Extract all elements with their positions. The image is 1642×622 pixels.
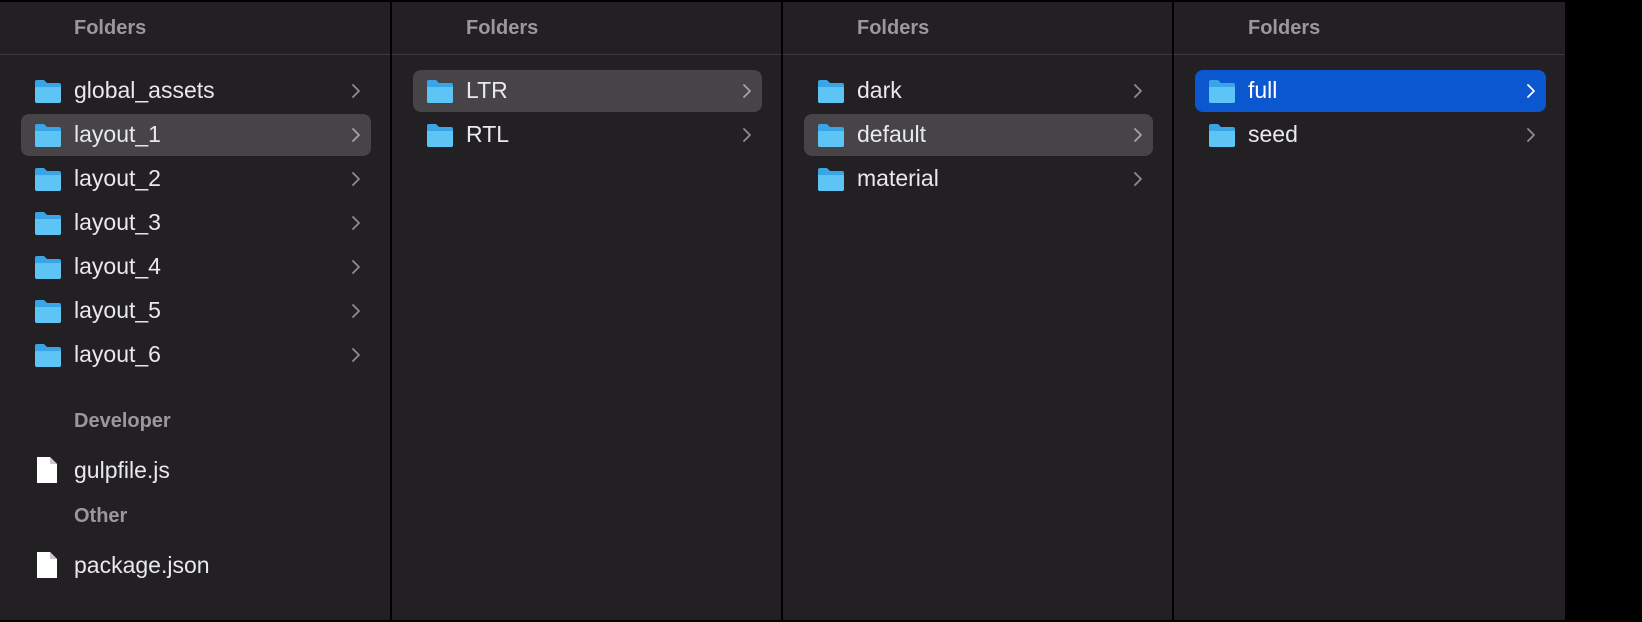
chevron-right-icon	[743, 128, 751, 142]
folder-label: LTR	[466, 77, 508, 103]
folder-label: global_assets	[74, 77, 215, 103]
file-row-package-json[interactable]: package.json	[21, 544, 371, 586]
chevron-right-icon	[1527, 84, 1535, 98]
folder-icon	[818, 124, 844, 147]
folder-row-ltr[interactable]: LTR	[413, 70, 762, 112]
column-header: Folders	[783, 2, 1172, 55]
folder-icon	[35, 168, 61, 191]
folder-row-layout-6[interactable]: layout_6	[21, 334, 371, 376]
folder-label: layout_4	[74, 253, 161, 279]
folder-row-dark[interactable]: dark	[804, 70, 1153, 112]
column-4: Folders full seed	[1174, 2, 1565, 620]
folder-icon	[35, 344, 61, 367]
folder-row-layout-3[interactable]: layout_3	[21, 202, 371, 244]
column-header: Folders	[0, 2, 390, 55]
folder-label: RTL	[466, 121, 510, 147]
folder-row-full[interactable]: full	[1195, 70, 1546, 112]
folder-label: seed	[1248, 121, 1298, 147]
folder-row-global-assets[interactable]: global_assets	[21, 70, 371, 112]
column-header: Folders	[1174, 2, 1565, 55]
file-icon	[37, 457, 57, 483]
section-title-developer: Developer	[74, 410, 171, 432]
folder-icon	[427, 80, 453, 103]
chevron-right-icon	[352, 260, 360, 274]
folder-label: layout_1	[74, 121, 161, 147]
folder-label: layout_6	[74, 341, 161, 367]
chevron-right-icon	[352, 216, 360, 230]
file-icon	[37, 552, 57, 578]
folder-row-layout-2[interactable]: layout_2	[21, 158, 371, 200]
chevron-right-icon	[352, 304, 360, 318]
folder-label: default	[857, 121, 927, 147]
folder-label: dark	[857, 77, 902, 103]
chevron-right-icon	[1134, 84, 1142, 98]
column-header: Folders	[392, 2, 781, 55]
column-3: Folders dark default material	[783, 2, 1172, 620]
column-1: Folders global_assets layout_1 layout_2 …	[0, 2, 390, 620]
folder-icon	[818, 168, 844, 191]
folder-row-layout-1[interactable]: layout_1	[21, 114, 371, 156]
folder-label: layout_3	[74, 209, 161, 235]
chevron-right-icon	[352, 172, 360, 186]
folder-icon	[35, 300, 61, 323]
folder-label: layout_5	[74, 297, 161, 323]
folder-icon	[35, 212, 61, 235]
chevron-right-icon	[1134, 128, 1142, 142]
folder-icon	[1209, 124, 1235, 147]
folder-icon	[35, 124, 61, 147]
chevron-right-icon	[352, 348, 360, 362]
folder-list: dark default material	[783, 55, 1172, 200]
folder-list: full seed	[1174, 55, 1565, 156]
folder-label: material	[857, 165, 939, 191]
folder-list: global_assets layout_1 layout_2 layout_3	[0, 55, 390, 376]
folder-row-material[interactable]: material	[804, 158, 1153, 200]
folder-row-seed[interactable]: seed	[1195, 114, 1546, 156]
folder-row-layout-4[interactable]: layout_4	[21, 246, 371, 288]
folder-icon	[1209, 80, 1235, 103]
chevron-right-icon	[352, 84, 360, 98]
chevron-right-icon	[352, 128, 360, 142]
folder-icon	[818, 80, 844, 103]
folder-icon	[35, 256, 61, 279]
folder-icon	[35, 80, 61, 103]
folder-label: layout_2	[74, 165, 161, 191]
folder-row-rtl[interactable]: RTL	[413, 114, 762, 156]
column-2: Folders LTR RTL	[392, 2, 781, 620]
chevron-right-icon	[1134, 172, 1142, 186]
chevron-right-icon	[743, 84, 751, 98]
folder-label: full	[1248, 77, 1278, 103]
folder-row-layout-5[interactable]: layout_5	[21, 290, 371, 332]
file-label: package.json	[74, 552, 210, 578]
folder-row-default[interactable]: default	[804, 114, 1153, 156]
folder-list: LTR RTL	[392, 55, 781, 156]
column-browser: Folders global_assets layout_1 layout_2 …	[0, 0, 1642, 622]
file-row-gulpfile[interactable]: gulpfile.js	[21, 449, 371, 491]
file-label: gulpfile.js	[74, 457, 170, 483]
folder-icon	[427, 124, 453, 147]
chevron-right-icon	[1527, 128, 1535, 142]
section-title-other: Other	[74, 505, 128, 527]
